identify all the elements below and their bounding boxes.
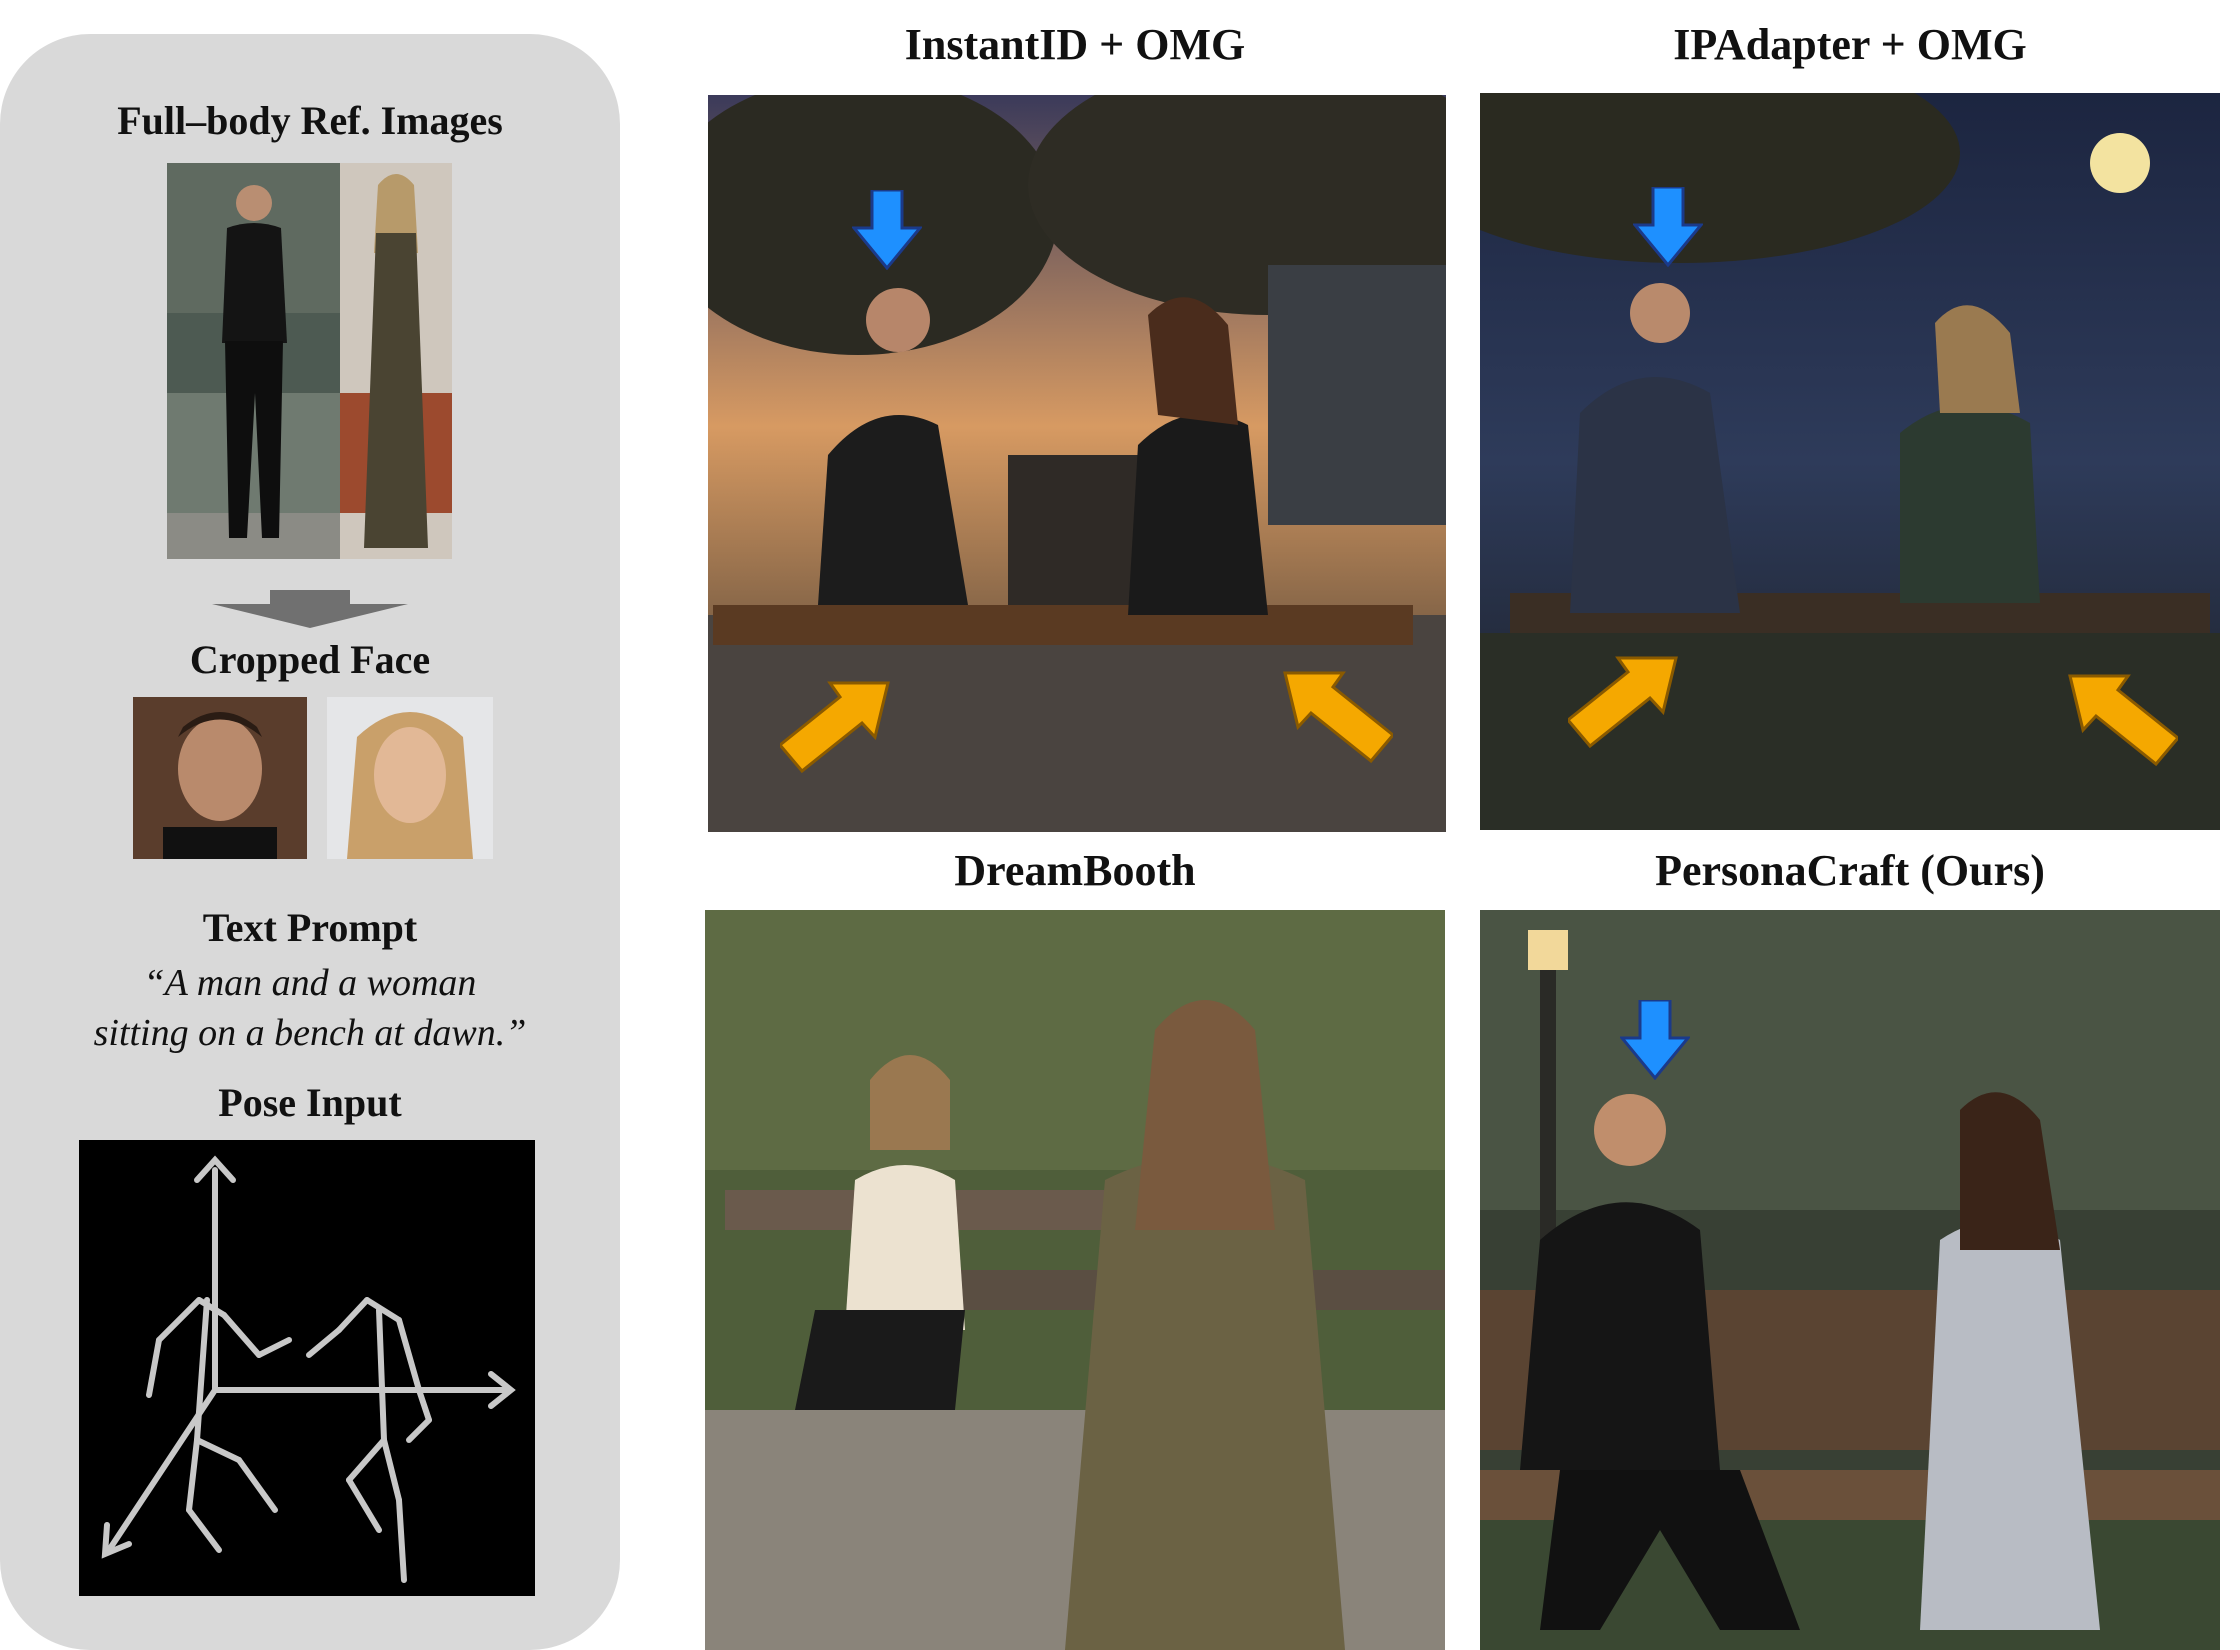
prompt-line-2: sitting on a bench at dawn.”	[93, 1012, 527, 1054]
process-down-arrow	[212, 590, 408, 628]
orange-arrow-right-icon	[1568, 656, 1678, 749]
blue-arrow-down-icon	[1620, 1000, 1690, 1080]
text-prompt-heading: Text Prompt	[202, 905, 418, 950]
prompt-line-1: “A man and a woman	[143, 962, 477, 1004]
cropped-face-woman	[327, 697, 493, 859]
title-instantid-omg: InstantID + OMG	[904, 20, 1246, 69]
ref-images-heading: Full–body Ref. Images	[117, 98, 503, 143]
title-dreambooth: DreamBooth	[954, 846, 1196, 895]
blue-arrow-down-icon	[852, 190, 922, 270]
orange-arrow-left-icon	[2068, 674, 2178, 767]
pose-input-heading: Pose Input	[218, 1080, 402, 1125]
result-dreambooth	[705, 910, 1445, 1650]
pose-input-image	[79, 1140, 535, 1596]
orange-arrow-left-icon	[1283, 671, 1393, 764]
orange-arrow-right-icon	[780, 681, 890, 774]
title-ipadapter-omg: IPAdapter + OMG	[1673, 20, 2027, 69]
blue-arrow-down-icon	[1633, 187, 1703, 267]
ref-image-woman	[340, 163, 452, 559]
ref-image-man	[167, 163, 340, 559]
cropped-face-man	[133, 697, 307, 859]
cropped-face-heading: Cropped Face	[189, 637, 431, 682]
result-personacraft	[1480, 910, 2220, 1650]
title-personacraft: PersonaCraft (Ours)	[1655, 846, 2045, 895]
